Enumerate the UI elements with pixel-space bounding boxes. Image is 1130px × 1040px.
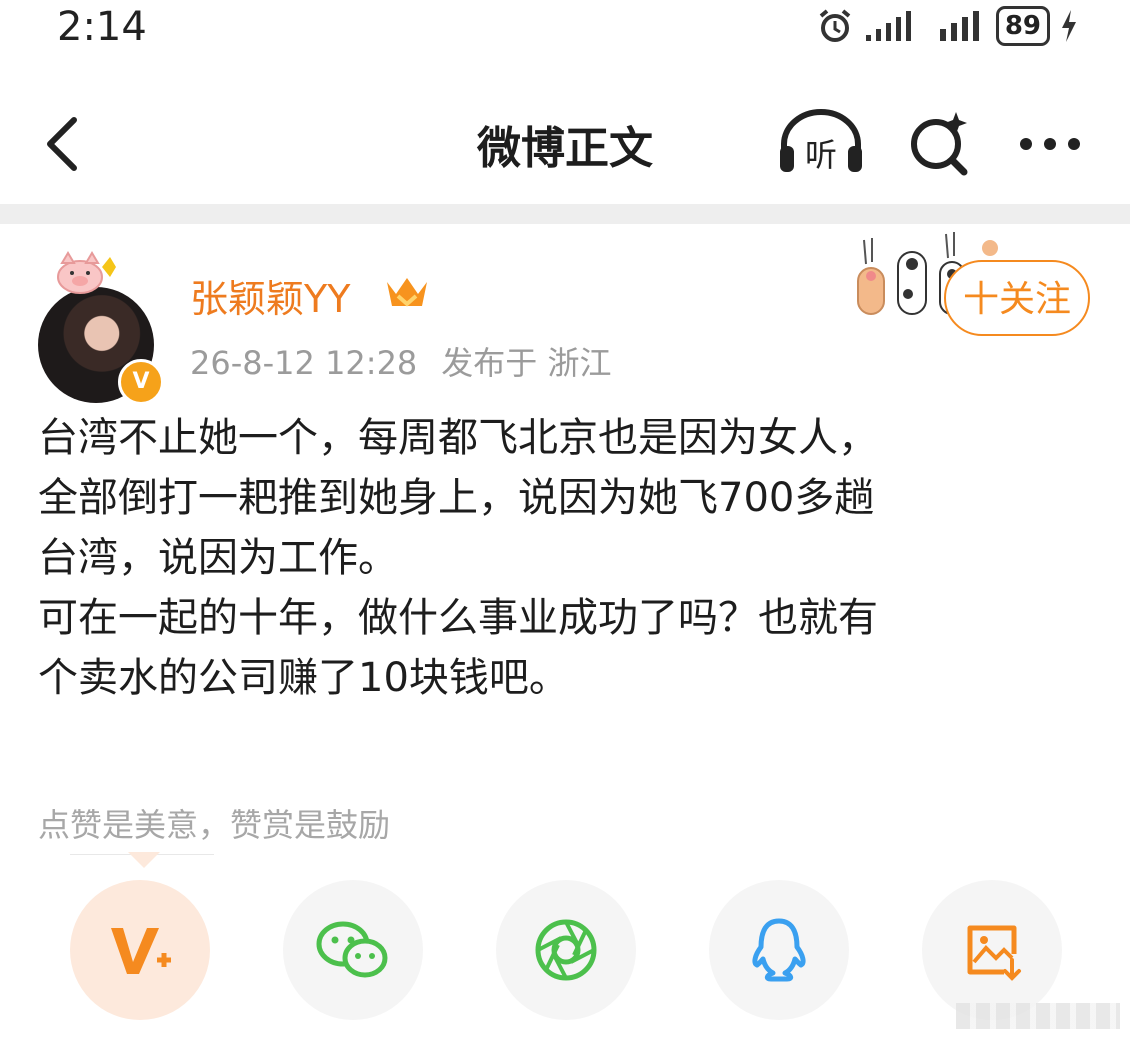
search-button[interactable] — [900, 108, 980, 178]
save-image-icon — [967, 925, 1021, 981]
post-body-line: 台湾不止她一个，每周都飞北京也是因为女人， — [38, 415, 878, 461]
post-body-line: 全部倒打一耙推到她身上，说因为她飞700多趟 — [38, 475, 875, 521]
search-icon — [911, 112, 968, 176]
nav-bar: 微博正文 听 — [0, 90, 1130, 200]
charging-icon — [1062, 10, 1076, 42]
listen-icon: 听 — [780, 109, 862, 174]
post-timestamp: 26-8-12 12:28 — [190, 344, 418, 382]
post-meta: 26-8-12 12:28 发布于 浙江 — [190, 338, 611, 384]
save-image-button[interactable] — [922, 880, 1062, 1020]
vplus-button[interactable] — [70, 880, 210, 1020]
battery-icon: 89 — [995, 6, 1050, 46]
avatar-group[interactable]: V — [38, 249, 168, 405]
section-divider — [0, 204, 1130, 224]
reward-tip: 点赞是美意，赞赏是鼓励 — [38, 806, 391, 844]
post-body: 台湾不止她一个，每周都飞北京也是因为女人， 全部倒打一耙推到她身上，说因为她飞7… — [38, 408, 1078, 708]
post-location: 发布于 浙江 — [441, 344, 612, 382]
wechat-icon — [316, 921, 388, 978]
share-row — [70, 880, 1070, 1020]
pig-icon — [57, 251, 116, 294]
moments-share-button[interactable] — [496, 880, 636, 1020]
more-icon — [1020, 138, 1080, 150]
alarm-icon — [819, 9, 851, 42]
vplus-icon — [111, 928, 171, 974]
post-body-line: 可在一起的十年，做什么事业成功了吗？也就有 — [38, 595, 878, 641]
listen-button[interactable]: 听 — [776, 108, 866, 178]
tip-caret — [128, 852, 160, 868]
signal-icon — [865, 11, 911, 41]
qq-icon — [752, 918, 806, 982]
username[interactable]: 张颖颖YY — [190, 268, 350, 323]
qq-share-button[interactable] — [709, 880, 849, 1020]
post-body-line: 个卖水的公司赚了10块钱吧。 — [38, 655, 569, 701]
verified-badge: V — [118, 359, 164, 405]
more-button[interactable] — [1010, 108, 1090, 178]
follow-button[interactable]: 十关注 — [944, 260, 1090, 336]
signal-icon — [939, 11, 979, 41]
crown-icon — [387, 278, 427, 307]
status-bar: 2:14 89 — [0, 0, 1130, 60]
moments-icon — [535, 919, 597, 981]
listen-label: 听 — [805, 136, 837, 174]
post-header: V 张颖颖YY 26-8-12 12:28 发布于 浙江 十关注 — [0, 224, 1130, 405]
post-body-line: 台湾，说因为工作。 — [38, 535, 398, 581]
status-icons: 89 — [816, 6, 1078, 46]
watermark — [956, 1003, 1120, 1029]
status-time: 2:14 — [57, 4, 147, 50]
wechat-share-button[interactable] — [283, 880, 423, 1020]
